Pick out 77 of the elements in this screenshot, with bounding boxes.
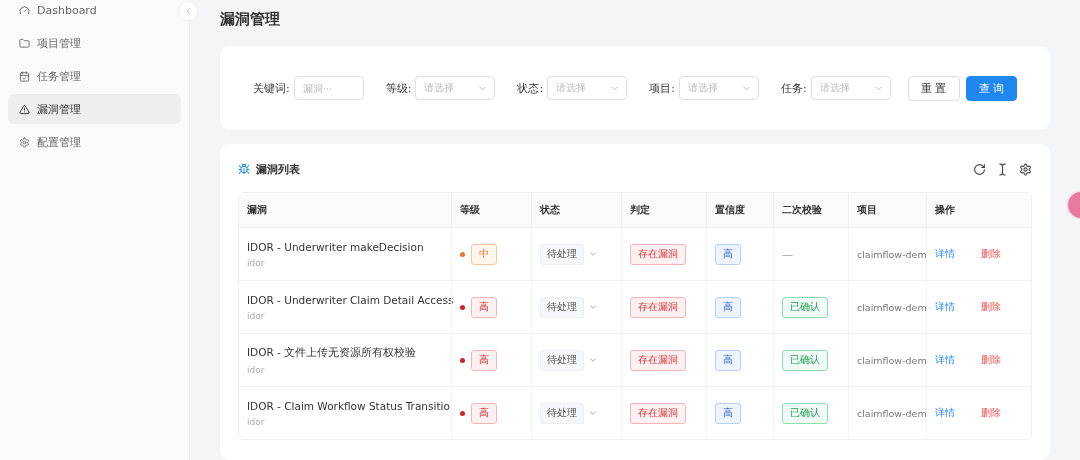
reset-button[interactable]: 重 置 bbox=[908, 75, 960, 101]
column-header: 项目 bbox=[848, 193, 926, 227]
confidence-tag: 高 bbox=[715, 243, 741, 265]
column-header: 操作 bbox=[926, 193, 1031, 227]
recheck-tag: 已确认 bbox=[782, 296, 828, 318]
verdict-tag: 存在漏洞 bbox=[630, 243, 686, 265]
vulnerability-name: IDOR - 文件上传无资源所有权校验 bbox=[247, 345, 418, 360]
table-title: 漏洞列表 bbox=[256, 161, 300, 177]
delete-link[interactable]: 删除 bbox=[981, 247, 1001, 261]
filter-label: 状态: bbox=[517, 80, 544, 96]
column-header: 二次校验 bbox=[773, 193, 848, 227]
filter-label: 任务: bbox=[780, 80, 807, 96]
sidebar-item[interactable]: 项目管理 bbox=[8, 28, 181, 58]
query-button[interactable]: 查 询 bbox=[965, 75, 1017, 101]
project-name: claimflow-dem bbox=[857, 248, 927, 260]
project-name: claimflow-dem bbox=[857, 301, 927, 313]
vulnerability-type: idor bbox=[247, 310, 266, 321]
column-header: 状态 bbox=[531, 193, 621, 227]
select-field[interactable]: 请选择 bbox=[415, 76, 496, 100]
details-link[interactable]: 详情 bbox=[935, 406, 955, 420]
verdict-tag: 存在漏洞 bbox=[630, 349, 686, 371]
column-header: 等级 bbox=[451, 193, 531, 227]
gauge-icon bbox=[19, 4, 30, 16]
filter-label: 关键词: bbox=[253, 80, 290, 96]
delete-link[interactable]: 删除 bbox=[981, 406, 1001, 420]
column-header: 判定 bbox=[621, 193, 706, 227]
delete-link[interactable]: 删除 bbox=[981, 353, 1001, 367]
severity-tag: 高 bbox=[471, 296, 497, 318]
confidence-tag: 高 bbox=[715, 349, 741, 371]
chevron-down-icon bbox=[588, 408, 598, 418]
details-link[interactable]: 详情 bbox=[935, 247, 955, 261]
severity-tag: 高 bbox=[471, 349, 497, 371]
keyword-field[interactable]: 漏洞··· bbox=[293, 76, 364, 100]
calendar-icon bbox=[19, 70, 30, 82]
sidebar-item[interactable]: Dashboard bbox=[8, 0, 181, 25]
project-name: claimflow-dem bbox=[857, 354, 927, 366]
vulnerability-type: idor bbox=[247, 416, 266, 427]
verdict-tag: 存在漏洞 bbox=[630, 402, 686, 424]
filter-label: 项目: bbox=[649, 80, 675, 96]
verdict-tag: 存在漏洞 bbox=[630, 296, 686, 318]
vulnerability-type: idor bbox=[247, 257, 266, 268]
delete-link[interactable]: 删除 bbox=[981, 300, 1001, 314]
details-link[interactable]: 详情 bbox=[935, 353, 955, 367]
chevron-down-icon bbox=[588, 302, 598, 312]
severity-tag: 中 bbox=[471, 243, 497, 265]
refresh-icon[interactable] bbox=[973, 162, 986, 176]
text-cursor-icon[interactable] bbox=[996, 162, 1009, 176]
sidebar-item[interactable]: 任务管理 bbox=[8, 61, 181, 91]
vulnerability-name: IDOR - Claim Workflow Status Transitio bbox=[247, 399, 451, 412]
chevron-left-icon bbox=[183, 6, 193, 16]
confidence-tag: 高 bbox=[715, 296, 741, 318]
select-field[interactable]: 请选择 bbox=[547, 76, 628, 100]
chevron-down-icon bbox=[588, 249, 598, 259]
recheck-tag: 已确认 bbox=[782, 349, 828, 371]
sidebar-item[interactable]: 配置管理 bbox=[8, 127, 181, 157]
select-field[interactable]: 请选择 bbox=[678, 76, 759, 100]
vulnerability-name: IDOR - Underwriter makeDecision bbox=[247, 240, 425, 253]
column-header: 漏洞 bbox=[246, 203, 268, 217]
recheck-tag: 已确认 bbox=[782, 402, 828, 424]
column-header: 置信度 bbox=[706, 193, 773, 227]
filter-label: 等级: bbox=[385, 80, 412, 96]
settings-icon[interactable] bbox=[1019, 162, 1032, 176]
details-link[interactable]: 详情 bbox=[935, 300, 955, 314]
severity-tag: 高 bbox=[471, 402, 497, 424]
project-name: claimflow-dem bbox=[857, 407, 927, 419]
confidence-tag: 高 bbox=[715, 402, 741, 424]
page-title: 漏洞管理 bbox=[220, 10, 281, 30]
sidebar-item[interactable]: 漏洞管理 bbox=[8, 94, 181, 124]
select-field[interactable]: 请选择 bbox=[810, 76, 891, 100]
chevron-down-icon bbox=[588, 355, 598, 365]
vulnerability-name: IDOR - Underwriter Claim Detail Access bbox=[247, 293, 451, 306]
warning-icon bbox=[19, 103, 30, 115]
empty-recheck: — bbox=[782, 247, 793, 261]
settings-icon bbox=[19, 136, 30, 148]
folder-icon bbox=[19, 37, 30, 49]
bug-icon bbox=[238, 163, 250, 175]
vulnerability-type: idor bbox=[247, 364, 266, 375]
